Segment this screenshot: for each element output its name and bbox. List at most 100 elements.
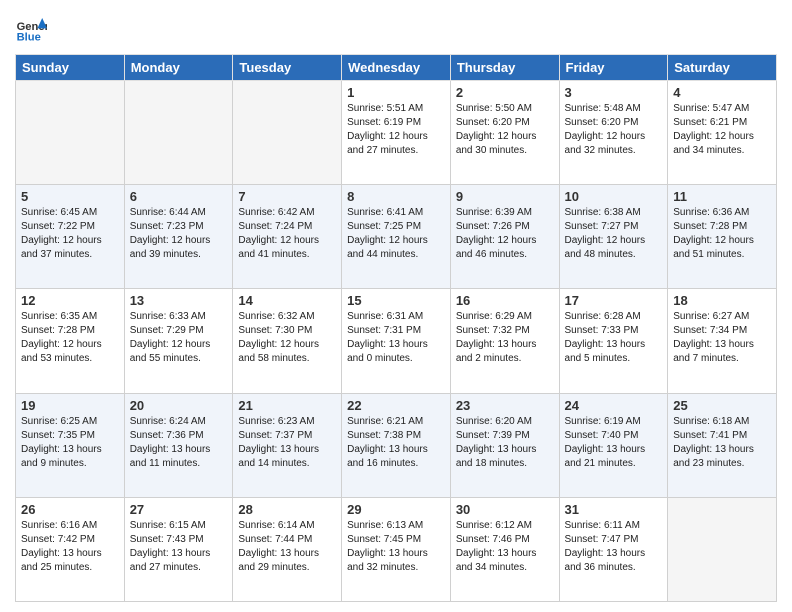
calendar-cell: 10Sunrise: 6:38 AM Sunset: 7:27 PM Dayli… xyxy=(559,185,668,289)
page: General Blue SundayMondayTuesdayWednesda… xyxy=(0,0,792,612)
cell-date-number: 16 xyxy=(456,293,554,308)
cell-info-text: Sunrise: 5:48 AM Sunset: 6:20 PM Dayligh… xyxy=(565,102,663,158)
cell-info-text: Sunrise: 6:12 AM Sunset: 7:46 PM Dayligh… xyxy=(456,519,554,575)
cell-date-number: 3 xyxy=(565,85,663,100)
cell-info-text: Sunrise: 6:13 AM Sunset: 7:45 PM Dayligh… xyxy=(347,519,445,575)
calendar-cell: 23 Sunrise: 6:20 AM Sunset: 7:39 PM Dayli… xyxy=(450,393,559,497)
cell-info-text: Sunrise: 6:28 AM Sunset: 7:33 PM Dayligh… xyxy=(565,310,663,366)
cell-info-text: Sunrise: 6:44 AM Sunset: 7:23 PM Dayligh… xyxy=(130,206,228,262)
cell-info-text: Sunrise: 6:16 AM Sunset: 7:42 PM Dayligh… xyxy=(21,519,119,575)
svg-text:Blue: Blue xyxy=(17,31,41,43)
calendar-cell: 20 Sunrise: 6:24 AM Sunset: 7:36 PM Dayli… xyxy=(124,393,233,497)
calendar-cell: 6Sunrise: 6:44 AM Sunset: 7:23 PM Daylig… xyxy=(124,185,233,289)
cell-info-text: Sunrise: 6:11 AM Sunset: 7:47 PM Dayligh… xyxy=(565,519,663,575)
calendar-cell: 12Sunrise: 6:35 AM Sunset: 7:28 PM Dayli… xyxy=(16,289,125,393)
calendar-cell: 28 Sunrise: 6:14 AM Sunset: 7:44 PM Dayli… xyxy=(233,497,342,601)
cell-date-number: 23 xyxy=(456,398,554,413)
cell-info-text: Sunrise: 6:31 AM Sunset: 7:31 PM Dayligh… xyxy=(347,310,445,366)
calendar-cell: 5 Sunrise: 6:45 AM Sunset: 7:22 PM Daylig… xyxy=(16,185,125,289)
cell-info-text: Sunrise: 5:47 AM Sunset: 6:21 PM Dayligh… xyxy=(673,102,771,158)
calendar-cell: 3 Sunrise: 5:48 AM Sunset: 6:20 PM Daylig… xyxy=(559,81,668,185)
calendar-cell: 31 Sunrise: 6:11 AM Sunset: 7:47 PM Dayli… xyxy=(559,497,668,601)
calendar-cell: 16 Sunrise: 6:29 AM Sunset: 7:32 PM Dayli… xyxy=(450,289,559,393)
cell-info-text: Sunrise: 6:14 AM Sunset: 7:44 PM Dayligh… xyxy=(238,519,336,575)
cell-info-text: Sunrise: 6:21 AM Sunset: 7:38 PM Dayligh… xyxy=(347,415,445,471)
calendar-cell: 21 Sunrise: 6:23 AM Sunset: 7:37 PM Dayli… xyxy=(233,393,342,497)
cell-date-number: 24 xyxy=(565,398,663,413)
weekday-header-row: SundayMondayTuesdayWednesdayThursdayFrid… xyxy=(16,55,777,81)
cell-date-number: 17 xyxy=(565,293,663,308)
cell-info-text: Sunrise: 6:23 AM Sunset: 7:37 PM Dayligh… xyxy=(238,415,336,471)
cell-date-number: 22 xyxy=(347,398,445,413)
cell-date-number: 20 xyxy=(130,398,228,413)
cell-info-text: Sunrise: 6:32 AM Sunset: 7:30 PM Dayligh… xyxy=(238,310,336,366)
cell-date-number: 21 xyxy=(238,398,336,413)
calendar-week-row: 12Sunrise: 6:35 AM Sunset: 7:28 PM Dayli… xyxy=(16,289,777,393)
cell-info-text: Sunrise: 6:27 AM Sunset: 7:34 PM Dayligh… xyxy=(673,310,771,366)
calendar-cell xyxy=(124,81,233,185)
calendar-cell: 19Sunrise: 6:25 AM Sunset: 7:35 PM Dayli… xyxy=(16,393,125,497)
cell-date-number: 14 xyxy=(238,293,336,308)
cell-info-text: Sunrise: 6:24 AM Sunset: 7:36 PM Dayligh… xyxy=(130,415,228,471)
weekday-header-wednesday: Wednesday xyxy=(342,55,451,81)
cell-date-number: 9 xyxy=(456,189,554,204)
calendar-cell: 11 Sunrise: 6:36 AM Sunset: 7:28 PM Dayli… xyxy=(668,185,777,289)
calendar-week-row: 5 Sunrise: 6:45 AM Sunset: 7:22 PM Daylig… xyxy=(16,185,777,289)
calendar-week-row: 1 Sunrise: 5:51 AM Sunset: 6:19 PM Daylig… xyxy=(16,81,777,185)
calendar-cell: 8Sunrise: 6:41 AM Sunset: 7:25 PM Daylig… xyxy=(342,185,451,289)
cell-info-text: Sunrise: 6:18 AM Sunset: 7:41 PM Dayligh… xyxy=(673,415,771,471)
cell-date-number: 5 xyxy=(21,189,119,204)
calendar-week-row: 26Sunrise: 6:16 AM Sunset: 7:42 PM Dayli… xyxy=(16,497,777,601)
weekday-header-saturday: Saturday xyxy=(668,55,777,81)
cell-date-number: 25 xyxy=(673,398,771,413)
calendar-cell: 1 Sunrise: 5:51 AM Sunset: 6:19 PM Daylig… xyxy=(342,81,451,185)
cell-date-number: 10 xyxy=(565,189,663,204)
cell-date-number: 28 xyxy=(238,502,336,517)
cell-info-text: Sunrise: 6:19 AM Sunset: 7:40 PM Dayligh… xyxy=(565,415,663,471)
weekday-header-monday: Monday xyxy=(124,55,233,81)
cell-date-number: 2 xyxy=(456,85,554,100)
weekday-header-sunday: Sunday xyxy=(16,55,125,81)
calendar-cell: 25 Sunrise: 6:18 AM Sunset: 7:41 PM Dayli… xyxy=(668,393,777,497)
cell-info-text: Sunrise: 6:36 AM Sunset: 7:28 PM Dayligh… xyxy=(673,206,771,262)
calendar-cell: 9 Sunrise: 6:39 AM Sunset: 7:26 PM Daylig… xyxy=(450,185,559,289)
calendar-cell xyxy=(16,81,125,185)
cell-date-number: 29 xyxy=(347,502,445,517)
logo: General Blue xyxy=(15,14,47,46)
calendar-cell: 24 Sunrise: 6:19 AM Sunset: 7:40 PM Dayli… xyxy=(559,393,668,497)
cell-info-text: Sunrise: 6:35 AM Sunset: 7:28 PM Dayligh… xyxy=(21,310,119,366)
cell-info-text: Sunrise: 6:20 AM Sunset: 7:39 PM Dayligh… xyxy=(456,415,554,471)
calendar-cell: 29 Sunrise: 6:13 AM Sunset: 7:45 PM Dayli… xyxy=(342,497,451,601)
cell-date-number: 1 xyxy=(347,85,445,100)
cell-date-number: 13 xyxy=(130,293,228,308)
calendar-cell xyxy=(668,497,777,601)
weekday-header-thursday: Thursday xyxy=(450,55,559,81)
cell-info-text: Sunrise: 6:15 AM Sunset: 7:43 PM Dayligh… xyxy=(130,519,228,575)
calendar-cell: 18 Sunrise: 6:27 AM Sunset: 7:34 PM Dayli… xyxy=(668,289,777,393)
cell-info-text: Sunrise: 6:29 AM Sunset: 7:32 PM Dayligh… xyxy=(456,310,554,366)
calendar-cell xyxy=(233,81,342,185)
calendar-cell: 15 Sunrise: 6:31 AM Sunset: 7:31 PM Dayli… xyxy=(342,289,451,393)
cell-date-number: 31 xyxy=(565,502,663,517)
cell-info-text: Sunrise: 6:33 AM Sunset: 7:29 PM Dayligh… xyxy=(130,310,228,366)
calendar-cell: 4Sunrise: 5:47 AM Sunset: 6:21 PM Daylig… xyxy=(668,81,777,185)
weekday-header-tuesday: Tuesday xyxy=(233,55,342,81)
calendar: SundayMondayTuesdayWednesdayThursdayFrid… xyxy=(15,54,777,602)
cell-date-number: 7 xyxy=(238,189,336,204)
cell-date-number: 18 xyxy=(673,293,771,308)
cell-date-number: 8 xyxy=(347,189,445,204)
cell-date-number: 30 xyxy=(456,502,554,517)
logo-icon: General Blue xyxy=(15,14,47,46)
calendar-cell: 13 Sunrise: 6:33 AM Sunset: 7:29 PM Dayli… xyxy=(124,289,233,393)
cell-date-number: 19 xyxy=(21,398,119,413)
cell-date-number: 27 xyxy=(130,502,228,517)
calendar-cell: 22 Sunrise: 6:21 AM Sunset: 7:38 PM Dayli… xyxy=(342,393,451,497)
cell-info-text: Sunrise: 5:50 AM Sunset: 6:20 PM Dayligh… xyxy=(456,102,554,158)
cell-info-text: Sunrise: 6:45 AM Sunset: 7:22 PM Dayligh… xyxy=(21,206,119,262)
calendar-cell: 27 Sunrise: 6:15 AM Sunset: 7:43 PM Dayli… xyxy=(124,497,233,601)
cell-info-text: Sunrise: 6:39 AM Sunset: 7:26 PM Dayligh… xyxy=(456,206,554,262)
cell-date-number: 11 xyxy=(673,189,771,204)
cell-date-number: 15 xyxy=(347,293,445,308)
calendar-cell: 30 Sunrise: 6:12 AM Sunset: 7:46 PM Dayli… xyxy=(450,497,559,601)
cell-info-text: Sunrise: 5:51 AM Sunset: 6:19 PM Dayligh… xyxy=(347,102,445,158)
